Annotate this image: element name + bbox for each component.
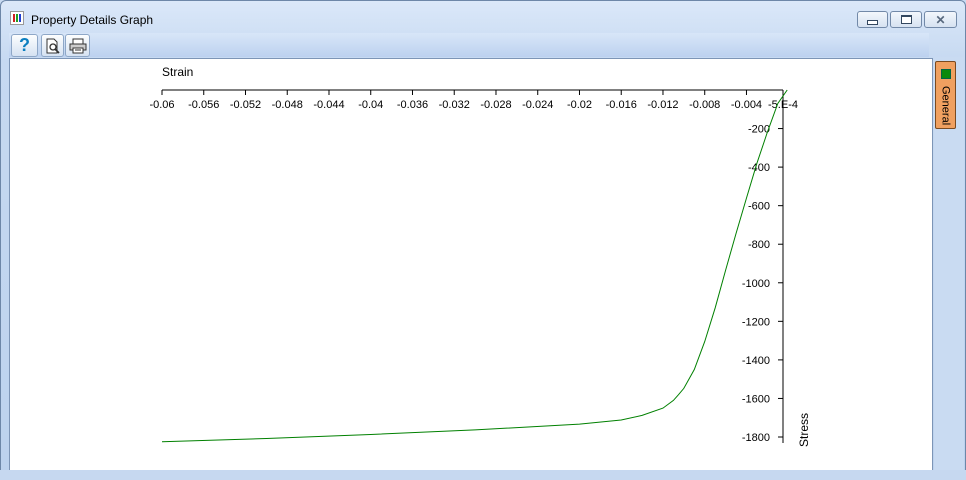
stress-strain-chart: Strain Stress -0.06 -0.056 -0.052 -0.048 -0.…	[149, 65, 811, 447]
x-tick-label: -5.E-4	[768, 99, 798, 111]
x-tick-label: -0.052	[230, 99, 261, 111]
x-tick-label: -0.036	[397, 99, 428, 111]
y-tick-label: -800	[748, 239, 770, 251]
x-tick-label: -0.056	[188, 99, 219, 111]
close-icon: ✕	[935, 12, 946, 27]
x-tick-label: -0.02	[567, 99, 592, 111]
y-axis-title: Stress	[797, 413, 811, 447]
x-axis-ticks: -0.06 -0.056 -0.052 -0.048 -0.044 -0.04 -0.036…	[149, 90, 798, 111]
stress-strain-line	[161, 89, 788, 443]
x-tick-label: -0.032	[439, 99, 470, 111]
x-tick-label: -0.004	[731, 99, 762, 111]
toolbar: ?	[9, 33, 929, 57]
x-tick-label: -0.028	[480, 99, 511, 111]
title-bar[interactable]: Property Details Graph ✕	[1, 1, 965, 31]
print-preview-icon	[46, 38, 60, 54]
y-tick-label: -1800	[742, 432, 770, 444]
window-title: Property Details Graph	[31, 13, 154, 27]
x-tick-label: -0.044	[313, 99, 344, 111]
print-preview-button[interactable]	[41, 34, 64, 57]
x-tick-label: -0.06	[149, 99, 174, 111]
x-tick-label: -0.048	[272, 99, 303, 111]
x-tick-label: -0.008	[689, 99, 720, 111]
x-tick-label: -0.016	[606, 99, 637, 111]
help-button[interactable]: ?	[11, 34, 38, 57]
y-tick-label: -1600	[742, 393, 770, 405]
minimize-icon	[867, 20, 878, 25]
general-color-swatch	[941, 69, 951, 79]
x-tick-label: -0.024	[522, 99, 553, 111]
x-axis-title: Strain	[162, 65, 193, 79]
minimize-button[interactable]	[857, 11, 888, 28]
axes	[162, 89, 784, 443]
side-tab-general[interactable]: General	[935, 61, 956, 129]
print-icon	[69, 38, 86, 53]
application-window: Property Details Graph ✕ ? Strain Stress…	[0, 0, 966, 480]
y-tick-label: -600	[748, 201, 770, 213]
x-tick-label: -0.04	[358, 99, 383, 111]
bar-chart-app-icon	[10, 11, 24, 25]
y-tick-label: -1200	[742, 316, 770, 328]
maximize-icon	[900, 15, 912, 24]
y-tick-label: -1000	[742, 278, 770, 290]
graph-area: Strain Stress -0.06 -0.056 -0.052 -0.048 -0.…	[9, 58, 933, 471]
print-button[interactable]	[65, 34, 90, 57]
y-tick-label: -1400	[742, 355, 770, 367]
help-icon: ?	[19, 35, 30, 55]
x-tick-label: -0.012	[647, 99, 678, 111]
close-button[interactable]: ✕	[924, 11, 957, 28]
y-axis-ticks: -200-400-600-800-1000-1200-1400-1600-180…	[742, 124, 783, 444]
y-tick-label: -400	[748, 162, 770, 174]
maximize-button[interactable]	[890, 11, 922, 28]
window-bottom-border	[0, 470, 966, 480]
side-tab-label: General	[939, 86, 952, 126]
data-series	[161, 89, 788, 443]
